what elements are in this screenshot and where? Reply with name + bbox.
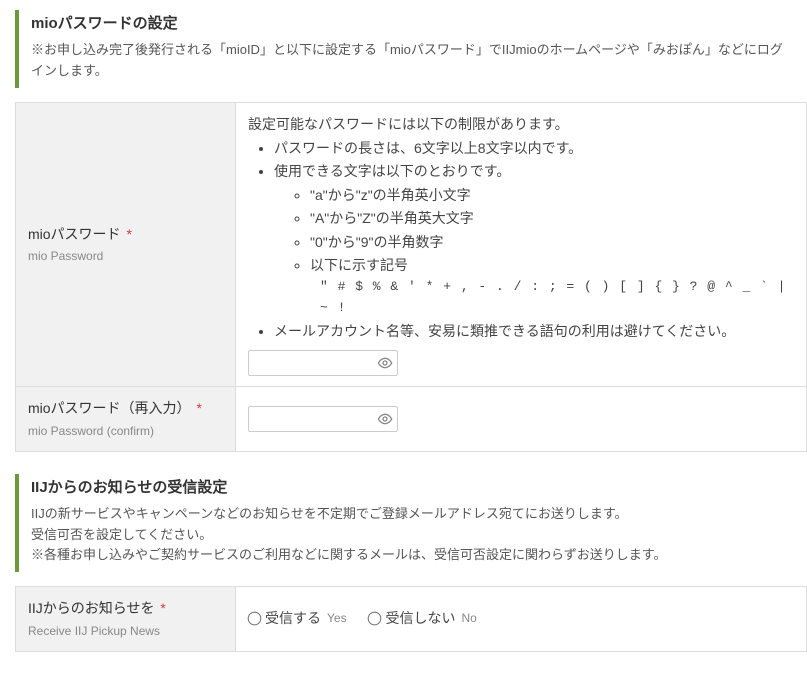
rule-digit: "0"から"9"の半角数字 bbox=[310, 231, 794, 253]
section-desc-password: ※お申し込み完了後発行される「mioID」と以下に設定する「mioパスワード」で… bbox=[31, 40, 795, 82]
label-sub-news: Receive IIJ Pickup News bbox=[28, 622, 223, 641]
news-table: IIJからのお知らせを * Receive IIJ Pickup News 受信… bbox=[15, 586, 807, 652]
password-confirm-input-wrap bbox=[248, 406, 398, 432]
rule-upper: "A"から"Z"の半角英大文字 bbox=[310, 207, 794, 229]
section-header-password: mioパスワードの設定 ※お申し込み完了後発行される「mioID」と以下に設定す… bbox=[15, 10, 807, 88]
rule-length: パスワードの長さは、6文字以上8文字以内です。 bbox=[274, 137, 794, 159]
value-cell-mio-password: 設定可能なパスワードには以下の制限があります。 パスワードの長さは、6文字以上8… bbox=[236, 102, 807, 387]
label-cell-mio-password: mioパスワード * mio Password bbox=[16, 102, 236, 387]
section-title-news: IIJからのお知らせの受信設定 bbox=[31, 476, 795, 500]
label-mio-password-confirm: mioパスワード（再入力） bbox=[28, 400, 191, 416]
section-desc-news-2: 受信可否を設定してください。 bbox=[31, 525, 795, 546]
label-cell-news: IIJからのお知らせを * Receive IIJ Pickup News bbox=[16, 587, 236, 652]
label-cell-mio-password-confirm: mioパスワード（再入力） * mio Password (confirm) bbox=[16, 387, 236, 452]
reveal-password-confirm-icon[interactable] bbox=[376, 410, 394, 428]
section-header-news: IIJからのお知らせの受信設定 IIJの新サービスやキャンペーンなどのお知らせを… bbox=[15, 474, 807, 572]
radio-news-no[interactable] bbox=[368, 611, 382, 625]
radio-label-yes[interactable]: 受信する Yes bbox=[248, 607, 347, 629]
label-mio-password: mioパスワード bbox=[28, 226, 121, 242]
password-table: mioパスワード * mio Password 設定可能なパスワードには以下の制… bbox=[15, 102, 807, 452]
rule-chars-intro: 使用できる文字は以下のとおりです。 bbox=[274, 163, 510, 179]
radio-label-no[interactable]: 受信しない No bbox=[368, 607, 476, 629]
required-mark: * bbox=[160, 600, 165, 616]
section-desc-news-3: ※各種お申し込みやご契約サービスのご利用などに関するメールは、受信可否設定に関わ… bbox=[31, 545, 795, 566]
label-news: IIJからのお知らせを bbox=[28, 600, 155, 616]
rule-chars: 使用できる文字は以下のとおりです。 "a"から"z"の半角英小文字 "A"から"… bbox=[274, 160, 794, 319]
required-mark: * bbox=[126, 226, 131, 242]
radio-sub-yes: Yes bbox=[327, 609, 347, 628]
rule-symbols: " # $ % & ' * + , - . / : ; = ( ) [ ] { … bbox=[274, 277, 794, 319]
radio-text-no: 受信しない bbox=[385, 607, 455, 629]
value-cell-news: 受信する Yes 受信しない No bbox=[236, 587, 807, 652]
row-news-optin: IIJからのお知らせを * Receive IIJ Pickup News 受信… bbox=[16, 587, 807, 652]
rule-chars-list: "a"から"z"の半角英小文字 "A"から"Z"の半角英大文字 "0"から"9"… bbox=[274, 184, 794, 277]
radio-news-yes[interactable] bbox=[248, 611, 262, 625]
rules-list: パスワードの長さは、6文字以上8文字以内です。 使用できる文字は以下のとおりです… bbox=[248, 137, 794, 342]
value-cell-mio-password-confirm bbox=[236, 387, 807, 452]
row-mio-password: mioパスワード * mio Password 設定可能なパスワードには以下の制… bbox=[16, 102, 807, 387]
reveal-password-icon[interactable] bbox=[376, 354, 394, 372]
section-title-password: mioパスワードの設定 bbox=[31, 12, 795, 36]
row-mio-password-confirm: mioパスワード（再入力） * mio Password (confirm) bbox=[16, 387, 807, 452]
rules-intro: 設定可能なパスワードには以下の制限があります。 bbox=[248, 113, 794, 135]
radio-sub-no: No bbox=[461, 609, 476, 628]
rule-easy: メールアカウント名等、安易に類推できる語句の利用は避けてください。 bbox=[274, 320, 794, 342]
required-mark: * bbox=[196, 400, 201, 416]
label-sub-mio-password: mio Password bbox=[28, 247, 223, 266]
rule-lower: "a"から"z"の半角英小文字 bbox=[310, 184, 794, 206]
label-sub-mio-password-confirm: mio Password (confirm) bbox=[28, 422, 223, 441]
section-desc-news-1: IIJの新サービスやキャンペーンなどのお知らせを不定期でご登録メールアドレス宛て… bbox=[31, 504, 795, 525]
rule-sym-intro: 以下に示す記号 bbox=[310, 254, 794, 276]
password-input-wrap bbox=[248, 350, 398, 376]
radio-text-yes: 受信する bbox=[265, 607, 321, 629]
